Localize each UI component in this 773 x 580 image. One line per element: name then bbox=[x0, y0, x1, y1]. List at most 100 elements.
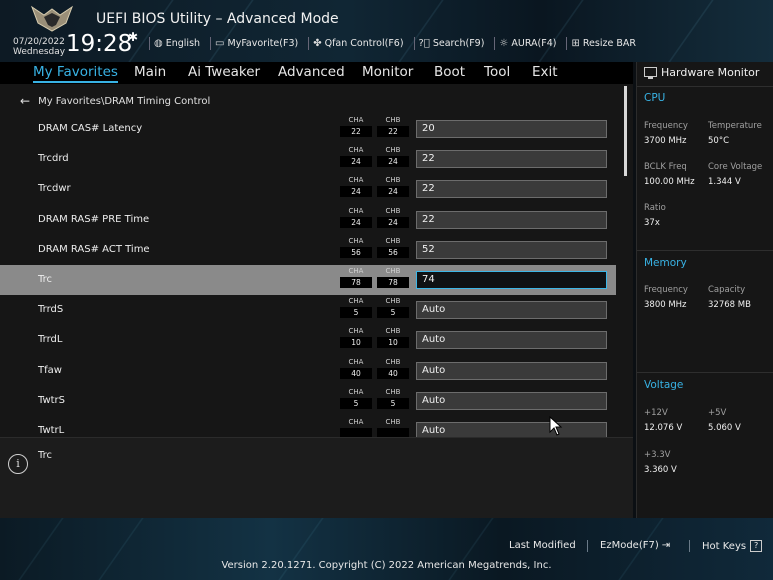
setting-value-input[interactable]: 22 bbox=[416, 180, 607, 198]
menu-tab-my-favorites[interactable]: My Favorites bbox=[33, 64, 118, 83]
channel-chb-readout: CHB 5 bbox=[377, 388, 409, 412]
toolbar-divider bbox=[149, 36, 150, 50]
setting-value-input[interactable]: Auto bbox=[416, 422, 607, 437]
channel-chb-value: 56 bbox=[377, 247, 409, 258]
channel-chb-label: CHB bbox=[385, 297, 401, 305]
channel-cha-label: CHA bbox=[348, 327, 364, 335]
setting-row[interactable]: Tfaw CHA 40 CHB 40 Auto bbox=[0, 356, 616, 386]
channel-cha-value: 5 bbox=[340, 307, 372, 318]
myfavorite-button[interactable]: ▭ MyFavorite(F3) bbox=[215, 38, 298, 49]
channel-cha-value: 5 bbox=[340, 398, 372, 409]
channel-cha-readout: CHA 5 bbox=[340, 297, 372, 321]
v5-label: +5V bbox=[708, 408, 727, 418]
channel-cha-label: CHA bbox=[348, 176, 364, 184]
menu-tab-advanced[interactable]: Advanced bbox=[278, 64, 345, 80]
footer-divider bbox=[587, 540, 588, 552]
menu-tab-ai-tweaker[interactable]: Ai Tweaker bbox=[188, 64, 260, 80]
language-button[interactable]: ◍ English bbox=[154, 38, 200, 49]
qfan-control-button[interactable]: ✤ Qfan Control(F6) bbox=[313, 38, 403, 49]
menu-tab-monitor[interactable]: Monitor bbox=[362, 64, 413, 80]
channel-cha-readout: CHA 40 bbox=[340, 358, 372, 382]
setting-value-input[interactable]: 52 bbox=[416, 241, 607, 259]
last-modified-button[interactable]: Last Modified bbox=[509, 540, 576, 551]
setting-row[interactable]: Trcdwr CHA 24 CHB 24 22 bbox=[0, 174, 616, 204]
settings-scrollbar[interactable] bbox=[624, 86, 627, 176]
gear-icon[interactable]: ✱ bbox=[128, 30, 138, 44]
setting-value-input[interactable]: Auto bbox=[416, 331, 607, 349]
menu-tab-tool[interactable]: Tool bbox=[484, 64, 510, 80]
channel-cha-readout: CHA 24 bbox=[340, 176, 372, 200]
channel-cha-value: 24 bbox=[340, 156, 372, 167]
header-bar: UEFI BIOS Utility – Advanced Mode 07/20/… bbox=[0, 0, 773, 62]
setting-label: TwtrL bbox=[38, 425, 65, 436]
memory-frequency-value: 3800 MHz bbox=[644, 300, 687, 310]
channel-cha-readout: CHA 24 bbox=[340, 146, 372, 170]
channel-chb-readout: CHB 22 bbox=[377, 116, 409, 140]
channel-cha-label: CHA bbox=[348, 358, 364, 366]
channel-cha-readout: CHA bbox=[340, 418, 372, 437]
setting-value-input[interactable]: 22 bbox=[416, 150, 607, 168]
channel-cha-readout: CHA 10 bbox=[340, 327, 372, 351]
channel-chb-label: CHB bbox=[385, 237, 401, 245]
menu-tab-main[interactable]: Main bbox=[134, 64, 166, 80]
ratio-value: 37x bbox=[644, 218, 660, 228]
setting-row[interactable]: Trcdrd CHA 24 CHB 24 22 bbox=[0, 144, 616, 174]
channel-cha-label: CHA bbox=[348, 207, 364, 215]
v33-value: 3.360 V bbox=[644, 465, 677, 475]
v12-value: 12.076 V bbox=[644, 423, 683, 433]
menu-tab-boot[interactable]: Boot bbox=[434, 64, 465, 80]
exit-arrow-icon: ⇥ bbox=[661, 540, 671, 551]
help-panel: i Trc bbox=[0, 437, 633, 519]
ezmode-button[interactable]: EzMode(F7) ⇥ bbox=[600, 540, 670, 551]
channel-chb-label: CHB bbox=[385, 146, 401, 154]
hotkeys-label: Hot Keys bbox=[702, 540, 747, 552]
hotkeys-button[interactable]: Hot Keys ? bbox=[702, 540, 763, 552]
memory-capacity-value: 32768 MB bbox=[708, 300, 751, 310]
setting-value-input[interactable]: 20 bbox=[416, 120, 607, 138]
setting-row[interactable]: DRAM RAS# PRE Time CHA 24 CHB 24 22 bbox=[0, 205, 616, 235]
channel-chb-value bbox=[377, 428, 409, 437]
app-title: UEFI BIOS Utility – Advanced Mode bbox=[96, 11, 339, 27]
channel-chb-value: 24 bbox=[377, 186, 409, 197]
channel-chb-readout: CHB 56 bbox=[377, 237, 409, 261]
channel-chb-value: 5 bbox=[377, 307, 409, 318]
footer-bar: Last Modified EzMode(F7) ⇥ Hot Keys ? Ve… bbox=[0, 518, 773, 580]
setting-value-input[interactable]: Auto bbox=[416, 392, 607, 410]
back-arrow-icon[interactable]: ← bbox=[20, 94, 30, 108]
channel-chb-value: 22 bbox=[377, 126, 409, 137]
setting-row[interactable]: Trc CHA 78 CHB 78 74 bbox=[0, 265, 616, 295]
setting-row[interactable]: DRAM RAS# ACT Time CHA 56 CHB 56 52 bbox=[0, 235, 616, 265]
aura-label: AURA(F4) bbox=[511, 37, 557, 49]
cpu-heading: CPU bbox=[644, 92, 666, 104]
setting-row[interactable]: TrrdS CHA 5 CHB 5 Auto bbox=[0, 295, 616, 325]
setting-value-input[interactable]: 74 bbox=[416, 271, 607, 289]
toolbar-divider bbox=[566, 36, 568, 50]
ezmode-label: EzMode(F7) bbox=[600, 540, 659, 551]
setting-label: TwtrS bbox=[38, 395, 66, 406]
bclk-label: BCLK Freq bbox=[644, 162, 687, 172]
menu-tab-exit[interactable]: Exit bbox=[532, 64, 558, 80]
setting-row[interactable]: DRAM CAS# Latency CHA 22 CHB 22 20 bbox=[0, 114, 616, 144]
setting-row[interactable]: TwtrL CHA CHB Auto bbox=[0, 416, 616, 437]
setting-row[interactable]: TwtrS CHA 5 CHB 5 Auto bbox=[0, 386, 616, 416]
toolbar-divider bbox=[494, 36, 496, 50]
fan-icon: ✤ bbox=[313, 37, 322, 49]
channel-chb-label: CHB bbox=[385, 267, 401, 275]
mouse-cursor-icon bbox=[549, 416, 563, 436]
channel-cha-value bbox=[340, 428, 372, 437]
channel-cha-readout: CHA 22 bbox=[340, 116, 372, 140]
search-button[interactable]: ?⃞ Search(F9) bbox=[419, 38, 485, 49]
channel-cha-readout: CHA 78 bbox=[340, 267, 372, 291]
setting-row[interactable]: TrrdL CHA 10 CHB 10 Auto bbox=[0, 325, 616, 355]
setting-value-input[interactable]: 22 bbox=[416, 211, 607, 229]
toolbar-divider bbox=[413, 36, 415, 50]
setting-label: Trc bbox=[38, 274, 53, 285]
core-voltage-label: Core Voltage bbox=[708, 162, 763, 172]
setting-value-input[interactable]: Auto bbox=[416, 301, 607, 319]
aura-button[interactable]: ☼ AURA(F4) bbox=[499, 38, 556, 49]
weekday-text: Wednesday bbox=[13, 47, 66, 57]
resize-bar-button[interactable]: ⊞ Resize BAR bbox=[571, 38, 635, 49]
setting-value-input[interactable]: Auto bbox=[416, 362, 607, 380]
channel-chb-value: 40 bbox=[377, 368, 409, 379]
channel-cha-readout: CHA 56 bbox=[340, 237, 372, 261]
